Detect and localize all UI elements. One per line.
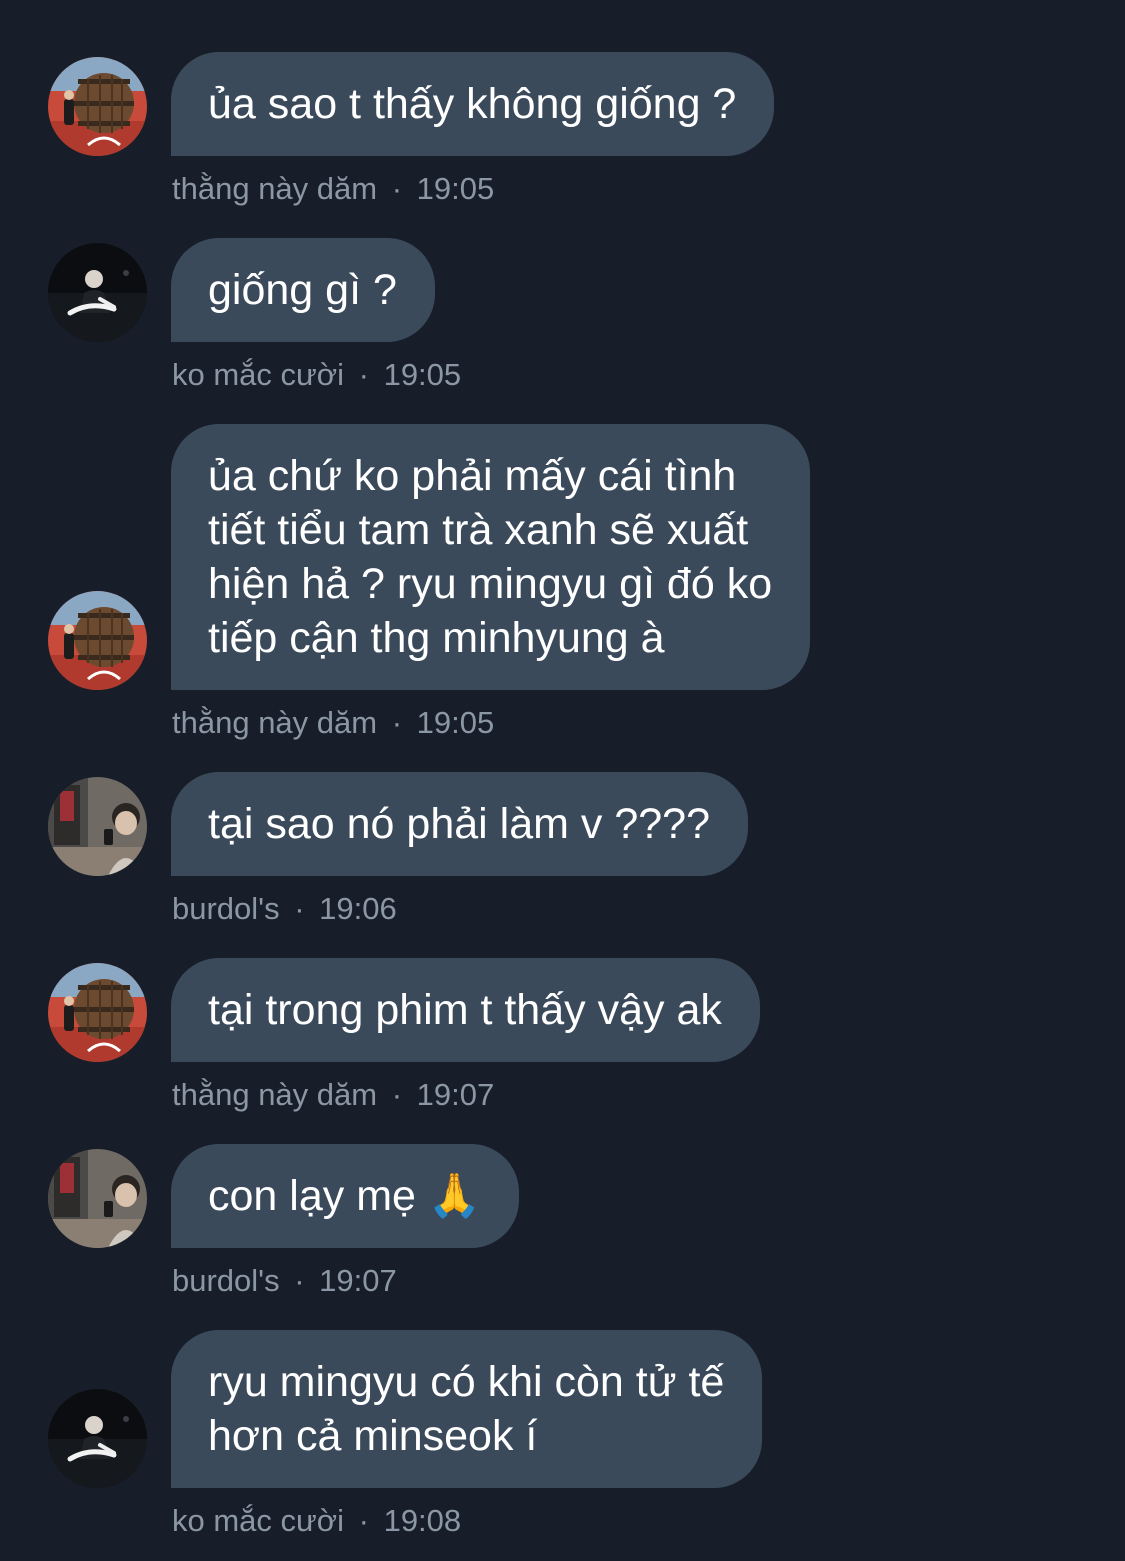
message-meta: thằng này dăm · 19:05 <box>172 705 494 741</box>
meta-separator: · <box>391 705 403 740</box>
timestamp: 19:08 <box>383 1503 462 1538</box>
timestamp: 19:07 <box>319 1263 397 1298</box>
meta-separator: · <box>294 1263 305 1298</box>
sender-name[interactable]: ko mắc cười <box>172 357 344 392</box>
sender-name[interactable]: ko mắc cười <box>172 1503 344 1538</box>
sender-name[interactable]: thằng này dăm <box>172 171 377 206</box>
meta-separator: · <box>358 1503 369 1538</box>
timestamp: 19:05 <box>383 357 462 392</box>
timestamp: 19:05 <box>416 705 495 740</box>
mirror-selfie-avatar-icon[interactable] <box>48 1149 147 1248</box>
dark-portrait-avatar-icon[interactable] <box>48 1389 147 1488</box>
sender-name[interactable]: burdol's <box>172 1263 280 1298</box>
barrel-avatar-icon[interactable] <box>48 591 147 690</box>
mirror-selfie-avatar-icon[interactable] <box>48 777 147 876</box>
message-bubble[interactable]: tại trong phim t thấy vậy ak <box>171 958 760 1062</box>
meta-separator: · <box>294 891 305 926</box>
chat-thread: ủa sao t thấy không giống ? thằng này dă… <box>0 0 1125 1561</box>
barrel-avatar-icon[interactable] <box>48 963 147 1062</box>
message-meta: burdol's · 19:06 <box>172 891 397 927</box>
timestamp: 19:06 <box>319 891 397 926</box>
message-meta: ko mắc cười · 19:05 <box>172 357 461 393</box>
message-meta: thằng này dăm · 19:05 <box>172 171 494 207</box>
meta-separator: · <box>391 1077 403 1112</box>
meta-separator: · <box>391 171 403 206</box>
message-meta: thằng này dăm · 19:07 <box>172 1077 494 1113</box>
sender-name[interactable]: burdol's <box>172 891 280 926</box>
message-bubble[interactable]: ủa chứ ko phải mấy cái tình tiết tiểu ta… <box>171 424 811 690</box>
sender-name[interactable]: thằng này dăm <box>172 1077 377 1112</box>
sender-name[interactable]: thằng này dăm <box>172 705 377 740</box>
message-meta: burdol's · 19:07 <box>172 1263 397 1299</box>
dark-portrait-avatar-icon[interactable] <box>48 243 147 342</box>
message-bubble[interactable]: tại sao nó phải làm v ???? <box>171 772 748 876</box>
message-bubble[interactable]: ryu mingyu có khi còn tử tế hơn cả minse… <box>171 1330 763 1488</box>
timestamp: 19:05 <box>416 171 495 206</box>
message-bubble[interactable]: con lạy mẹ 🙏 <box>171 1144 520 1248</box>
message-meta: ko mắc cười · 19:08 <box>172 1503 461 1539</box>
message-bubble[interactable]: ủa sao t thấy không giống ? <box>171 52 775 156</box>
barrel-avatar-icon[interactable] <box>48 57 147 156</box>
meta-separator: · <box>358 357 369 392</box>
message-bubble[interactable]: giống gì ? <box>171 238 435 342</box>
timestamp: 19:07 <box>416 1077 495 1112</box>
